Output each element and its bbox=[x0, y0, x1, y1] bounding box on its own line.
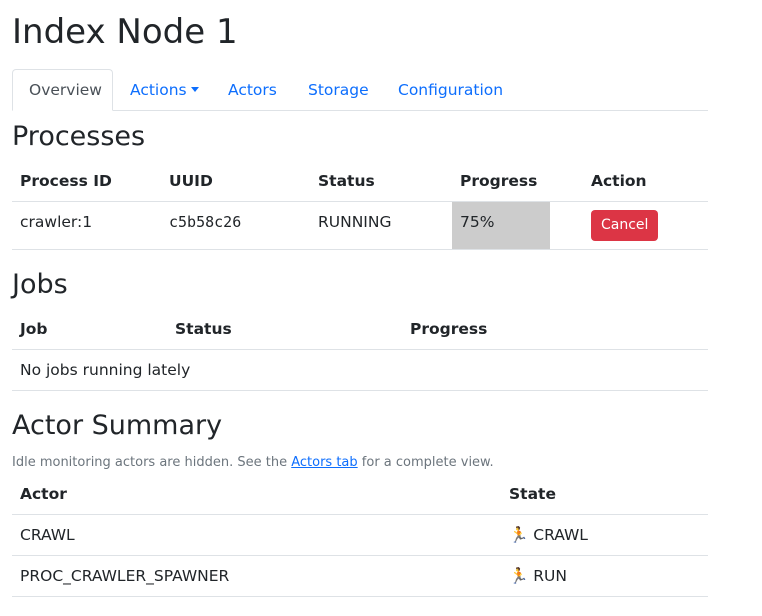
running-icon: 🏃 bbox=[509, 525, 529, 544]
column-header: Action bbox=[583, 161, 708, 202]
processes-header-row: Process ID UUID Status Progress Action bbox=[12, 161, 708, 202]
processes-heading: Processes bbox=[12, 121, 146, 152]
jobs-header-row: Job Status Progress bbox=[12, 309, 708, 350]
jobs-table: Job Status Progress No jobs running late… bbox=[12, 309, 708, 391]
uuid-value: c5b58c26 bbox=[169, 212, 242, 231]
tab-actors[interactable]: Actors bbox=[212, 69, 293, 110]
note-suffix: for a complete view. bbox=[361, 455, 494, 470]
column-header: State bbox=[501, 474, 708, 515]
actors-note: Idle monitoring actors are hidden. See t… bbox=[12, 455, 494, 470]
actor-name: CRAWL bbox=[12, 514, 501, 556]
actor-state: 🏃 CRAWL bbox=[501, 514, 708, 556]
page-title: Index Node 1 bbox=[12, 12, 238, 52]
running-icon: 🏃 bbox=[509, 566, 529, 585]
actor-state-label: CRAWL bbox=[533, 525, 588, 544]
column-header: UUID bbox=[161, 161, 310, 202]
process-id: crawler:1 bbox=[12, 201, 161, 250]
column-header: Process ID bbox=[12, 161, 161, 202]
actor-state-label: RUN bbox=[533, 566, 567, 585]
column-header: Progress bbox=[402, 309, 708, 350]
tab-overview[interactable]: Overview bbox=[12, 69, 113, 111]
tab-storage[interactable]: Storage bbox=[292, 69, 385, 110]
column-header: Status bbox=[167, 309, 402, 350]
progress-bar: 75% bbox=[452, 201, 551, 249]
tab-actions-label: Actions bbox=[130, 81, 187, 99]
actors-header-row: Actor State bbox=[12, 474, 708, 515]
process-uuid: c5b58c26 bbox=[161, 201, 310, 250]
column-header: Status bbox=[310, 161, 452, 202]
table-row: crawler:1 c5b58c26 RUNNING 75% Cancel bbox=[12, 201, 708, 250]
column-header: Job bbox=[12, 309, 167, 350]
column-header: Actor bbox=[12, 474, 501, 515]
caret-down-icon bbox=[190, 87, 199, 92]
column-header: Progress bbox=[452, 161, 583, 202]
nav-tabs: Overview Actions Actors Storage Configur… bbox=[12, 69, 708, 111]
jobs-empty-message: No jobs running lately bbox=[12, 349, 708, 391]
cancel-button[interactable]: Cancel bbox=[591, 209, 659, 241]
table-row: CRAWL 🏃 CRAWL bbox=[12, 514, 708, 556]
actor-summary-heading: Actor Summary bbox=[12, 410, 223, 441]
progress-label: 75% bbox=[460, 212, 495, 231]
jobs-heading: Jobs bbox=[12, 269, 68, 300]
table-row: PROC_CRAWLER_SPAWNER 🏃 RUN bbox=[12, 555, 708, 597]
actors-table: Actor State CRAWL 🏃 CRAWL PROC_CRAWLER_S… bbox=[12, 474, 708, 597]
process-status: RUNNING bbox=[310, 201, 452, 250]
actor-state: 🏃 RUN bbox=[501, 555, 708, 597]
tab-configuration[interactable]: Configuration bbox=[382, 69, 519, 110]
note-prefix: Idle monitoring actors are hidden. See t… bbox=[12, 455, 288, 470]
tab-actions[interactable]: Actions bbox=[114, 69, 215, 110]
processes-table: Process ID UUID Status Progress Action c… bbox=[12, 161, 708, 250]
actors-tab-link[interactable]: Actors tab bbox=[291, 455, 357, 470]
actor-name: PROC_CRAWLER_SPAWNER bbox=[12, 555, 501, 597]
process-action: Cancel bbox=[583, 201, 708, 250]
table-row: No jobs running lately bbox=[12, 349, 708, 391]
process-progress: 75% bbox=[452, 201, 583, 250]
